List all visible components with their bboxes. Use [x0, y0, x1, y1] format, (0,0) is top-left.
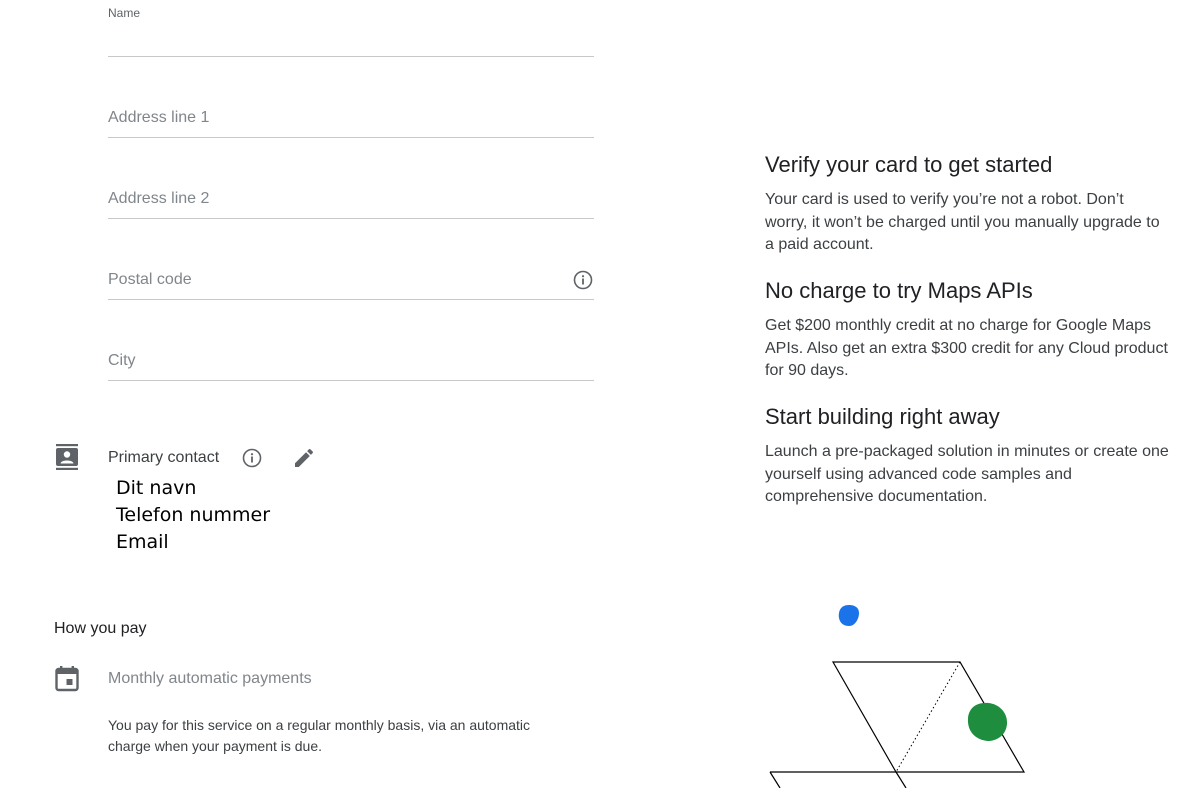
blue-map-pin [838, 605, 859, 626]
promo-text-build: Launch a pre-packaged solution in minute… [765, 443, 1169, 505]
map-illustration [769, 605, 1026, 788]
address-line-1-field[interactable] [108, 100, 594, 138]
contact-email: Email [116, 531, 169, 553]
monthly-payments-label: Monthly automatic payments [108, 670, 312, 687]
promo-heading-maps: No charge to try Maps APIs [765, 278, 1033, 303]
address-line-2-input[interactable] [108, 190, 568, 208]
address-line-1-input[interactable] [108, 109, 568, 127]
name-input[interactable] [108, 28, 568, 46]
map-fold-line [895, 661, 961, 773]
green-map-pin [967, 702, 1008, 741]
postal-code-info-icon[interactable] [573, 270, 593, 290]
postal-code-field[interactable] [108, 262, 594, 300]
promo-text-verify: Your card is used to verify you’re not a… [765, 191, 1160, 253]
promo-heading-build: Start building right away [765, 404, 1000, 429]
pencil-icon[interactable] [292, 446, 316, 470]
city-field[interactable] [108, 343, 594, 381]
primary-contact-label: Primary contact [108, 449, 220, 466]
contact-phone: Telefon nummer [116, 504, 271, 526]
map-sheet-bottom-fold [895, 771, 907, 788]
payment-description: You pay for this service on a regular mo… [108, 717, 531, 754]
how-you-pay-title: How you pay [54, 620, 147, 637]
name-label: Name [108, 6, 141, 20]
contact-name: Dit navn [116, 477, 197, 499]
city-input[interactable] [108, 352, 568, 370]
postal-code-input[interactable] [108, 271, 568, 289]
promo-heading-verify: Verify your card to get started [765, 152, 1053, 177]
calendar-icon [55, 666, 79, 692]
map-sheet-bottom-edge [769, 771, 781, 788]
contact-card-icon [56, 444, 78, 470]
address-line-2-field[interactable] [108, 181, 594, 219]
name-field[interactable]: Name [108, 6, 594, 57]
promo-text-maps: Get $200 monthly credit at no charge for… [765, 317, 1168, 379]
primary-contact-info-icon[interactable] [242, 448, 262, 468]
